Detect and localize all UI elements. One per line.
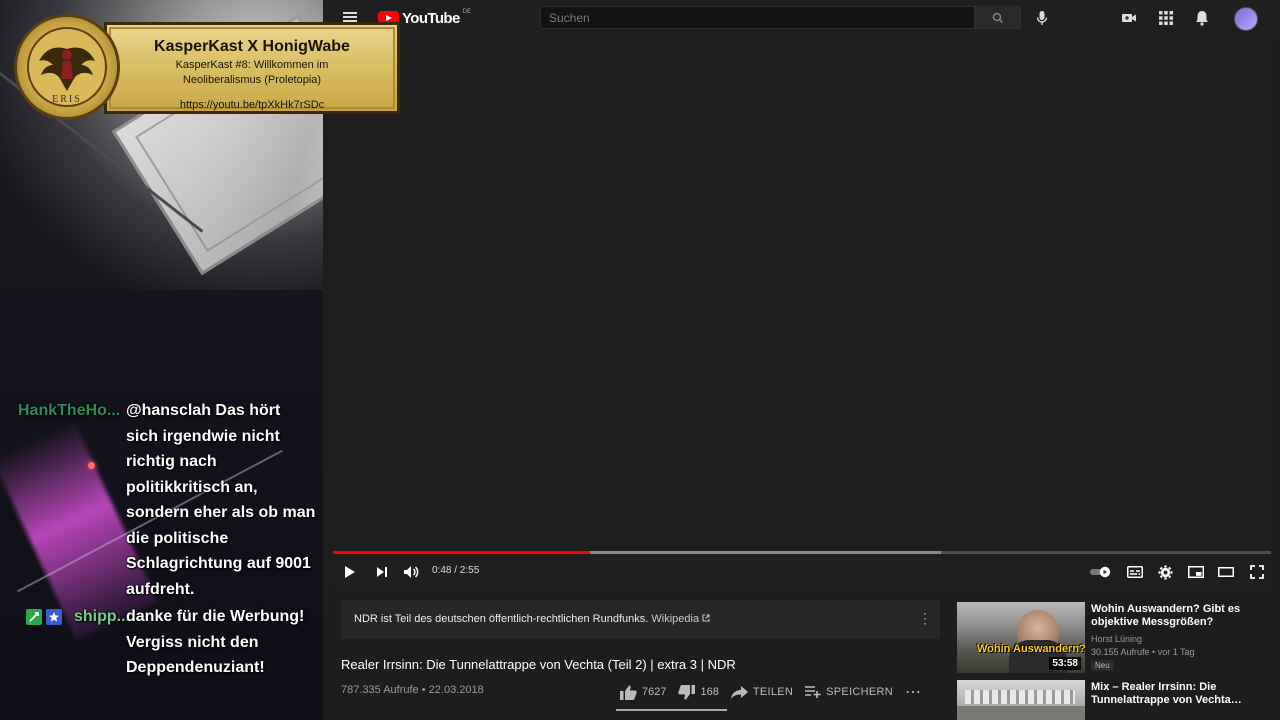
dislike-count: 168 [700, 686, 719, 698]
playlist-add-icon [805, 686, 821, 698]
sword-badge-icon [26, 609, 42, 625]
information-panel: NDR ist Teil des deutschen öffentlich-re… [341, 600, 940, 639]
play-icon [345, 566, 355, 578]
banner-link: https://youtu.be/tpXkHk7rSDc [179, 99, 325, 111]
playback-time: 0:48 / 2:55 [432, 565, 480, 576]
save-label: SPEICHERN [826, 686, 894, 698]
country-code: DE [462, 8, 472, 15]
share-label: TEILEN [752, 686, 794, 698]
autoplay-toggle[interactable] [1090, 561, 1112, 583]
dislike-button[interactable]: 168 [678, 684, 719, 700]
share-button[interactable]: TEILEN [730, 685, 794, 699]
information-panel-text: NDR ist Teil des deutschen öffentlich-re… [354, 613, 710, 625]
video-player[interactable]: 0:48 / 2:55 [333, 38, 1271, 586]
volume-icon [404, 566, 419, 578]
chat-message-text: danke für die Werbung! Vergiss nicht den… [126, 608, 305, 676]
sentiment-bar [616, 709, 727, 711]
save-button[interactable]: SPEICHERN [805, 686, 893, 698]
search-button[interactable] [975, 6, 1021, 29]
apps-grid-icon[interactable] [1155, 8, 1177, 28]
play-button[interactable] [339, 561, 361, 583]
miniplayer-icon [1188, 566, 1204, 578]
thumbs-up-icon [620, 685, 637, 700]
player-controls: 0:48 / 2:55 [333, 558, 1271, 586]
like-count: 7627 [642, 686, 667, 698]
fullscreen-button[interactable] [1246, 561, 1268, 583]
settings-button[interactable] [1154, 561, 1176, 583]
eris-logo: ERIS [14, 14, 120, 120]
more-horizontal-icon: ⋯ [905, 684, 922, 701]
broadcaster-notice: NDR ist Teil des deutschen öffentlich-re… [354, 613, 649, 625]
miniplayer-button[interactable] [1185, 561, 1207, 583]
eris-logo-text: ERIS [52, 94, 82, 105]
external-link-icon [702, 614, 710, 622]
microphone-icon[interactable] [1033, 9, 1051, 27]
subtitles-button[interactable] [1124, 561, 1146, 583]
recommended-video-meta: 30.155 Aufrufe • vor 1 Tag [1091, 647, 1195, 657]
recommended-video-title[interactable]: Wohin Auswandern? Gibt es objektive Mess… [1091, 603, 1261, 629]
search-icon [992, 12, 1003, 23]
search-input[interactable] [541, 7, 974, 28]
search-box [540, 6, 975, 29]
video-thumbnail[interactable] [957, 680, 1085, 720]
volume-button[interactable] [401, 561, 423, 583]
wikipedia-link-label: Wikipedia [651, 613, 700, 625]
chat-username: shipp... [74, 608, 130, 625]
recommended-video[interactable]: Mix – Realer Irrsinn: Die Tunnelattrappe… [957, 680, 1272, 720]
recommended-video[interactable]: Wohin Auswandern? Kenzahlen, Fak 53:58 W… [957, 602, 1272, 674]
notifications-bell-icon[interactable] [1191, 8, 1213, 28]
building-facade [965, 690, 1075, 704]
wikipedia-link[interactable]: Wikipedia [651, 613, 710, 625]
new-badge: Neu [1091, 660, 1114, 671]
chat-username: HankTheHo... [18, 402, 121, 419]
next-button[interactable] [371, 561, 393, 583]
video-surface[interactable] [333, 38, 1271, 550]
share-icon [730, 685, 748, 699]
video-meta: 787.335 Aufrufe • 22.03.2018 [341, 684, 484, 696]
channel-name[interactable]: Horst Lüning [1091, 634, 1142, 644]
fullscreen-icon [1250, 565, 1264, 579]
chat-background-spark [88, 462, 95, 469]
banner-subtitle: KasperKast #8: Willkommen im Neoliberali… [175, 59, 329, 86]
youtube-page: YouTube DE Suchen 0:48 / 2:55 NDR ist Te… [323, 0, 1280, 720]
view-count: 787.335 Aufrufe [341, 684, 419, 696]
video-actions: 7627 168 TEILEN SPEICHERN ⋯ [620, 681, 933, 703]
progress-played [333, 551, 590, 554]
progress-bar[interactable] [333, 551, 1271, 554]
video-title: Realer Irrsinn: Die Tunnelattrappe von V… [341, 657, 736, 672]
autoplay-toggle-icon [1090, 566, 1111, 578]
theater-mode-icon [1218, 567, 1234, 577]
stream-title-banner: KasperKast X HonigWabe KasperKast #8: Wi… [14, 14, 400, 120]
video-duration: 53:58 [1049, 657, 1081, 670]
recommended-video-title[interactable]: Mix – Realer Irrsinn: Die Tunnelattrappe… [1091, 681, 1261, 707]
subtitles-icon [1127, 566, 1143, 578]
winged-figure-icon [39, 47, 95, 91]
upload-date: 22.03.2018 [428, 684, 484, 696]
gear-icon [1158, 565, 1172, 579]
video-thumbnail[interactable]: Wohin Auswandern? Kenzahlen, Fak 53:58 [957, 602, 1085, 673]
youtube-masthead: YouTube DE [323, 0, 1280, 38]
chat-message-text: @hansclah Das hört sich irgendwie nicht … [126, 402, 316, 598]
thumbnail-text: Wohin Auswandern? Kenzahlen, Fak [977, 643, 1085, 655]
more-actions-button[interactable]: ⋯ [905, 682, 921, 702]
star-badge-icon [46, 609, 62, 625]
create-video-icon[interactable] [1118, 8, 1140, 28]
user-avatar[interactable] [1234, 7, 1258, 31]
more-options-icon[interactable]: ⋮ [918, 611, 932, 627]
theater-mode-button[interactable] [1215, 561, 1237, 583]
street-area [957, 706, 1085, 720]
chat-badges [26, 609, 62, 625]
banner-plate: KasperKast X HonigWabe KasperKast #8: Wi… [104, 22, 400, 114]
banner-title: KasperKast X HonigWabe [154, 38, 350, 55]
skip-next-icon [377, 567, 387, 577]
thumbs-down-icon [678, 684, 696, 699]
like-button[interactable]: 7627 [620, 685, 666, 700]
youtube-logo-text: YouTube [402, 10, 460, 27]
